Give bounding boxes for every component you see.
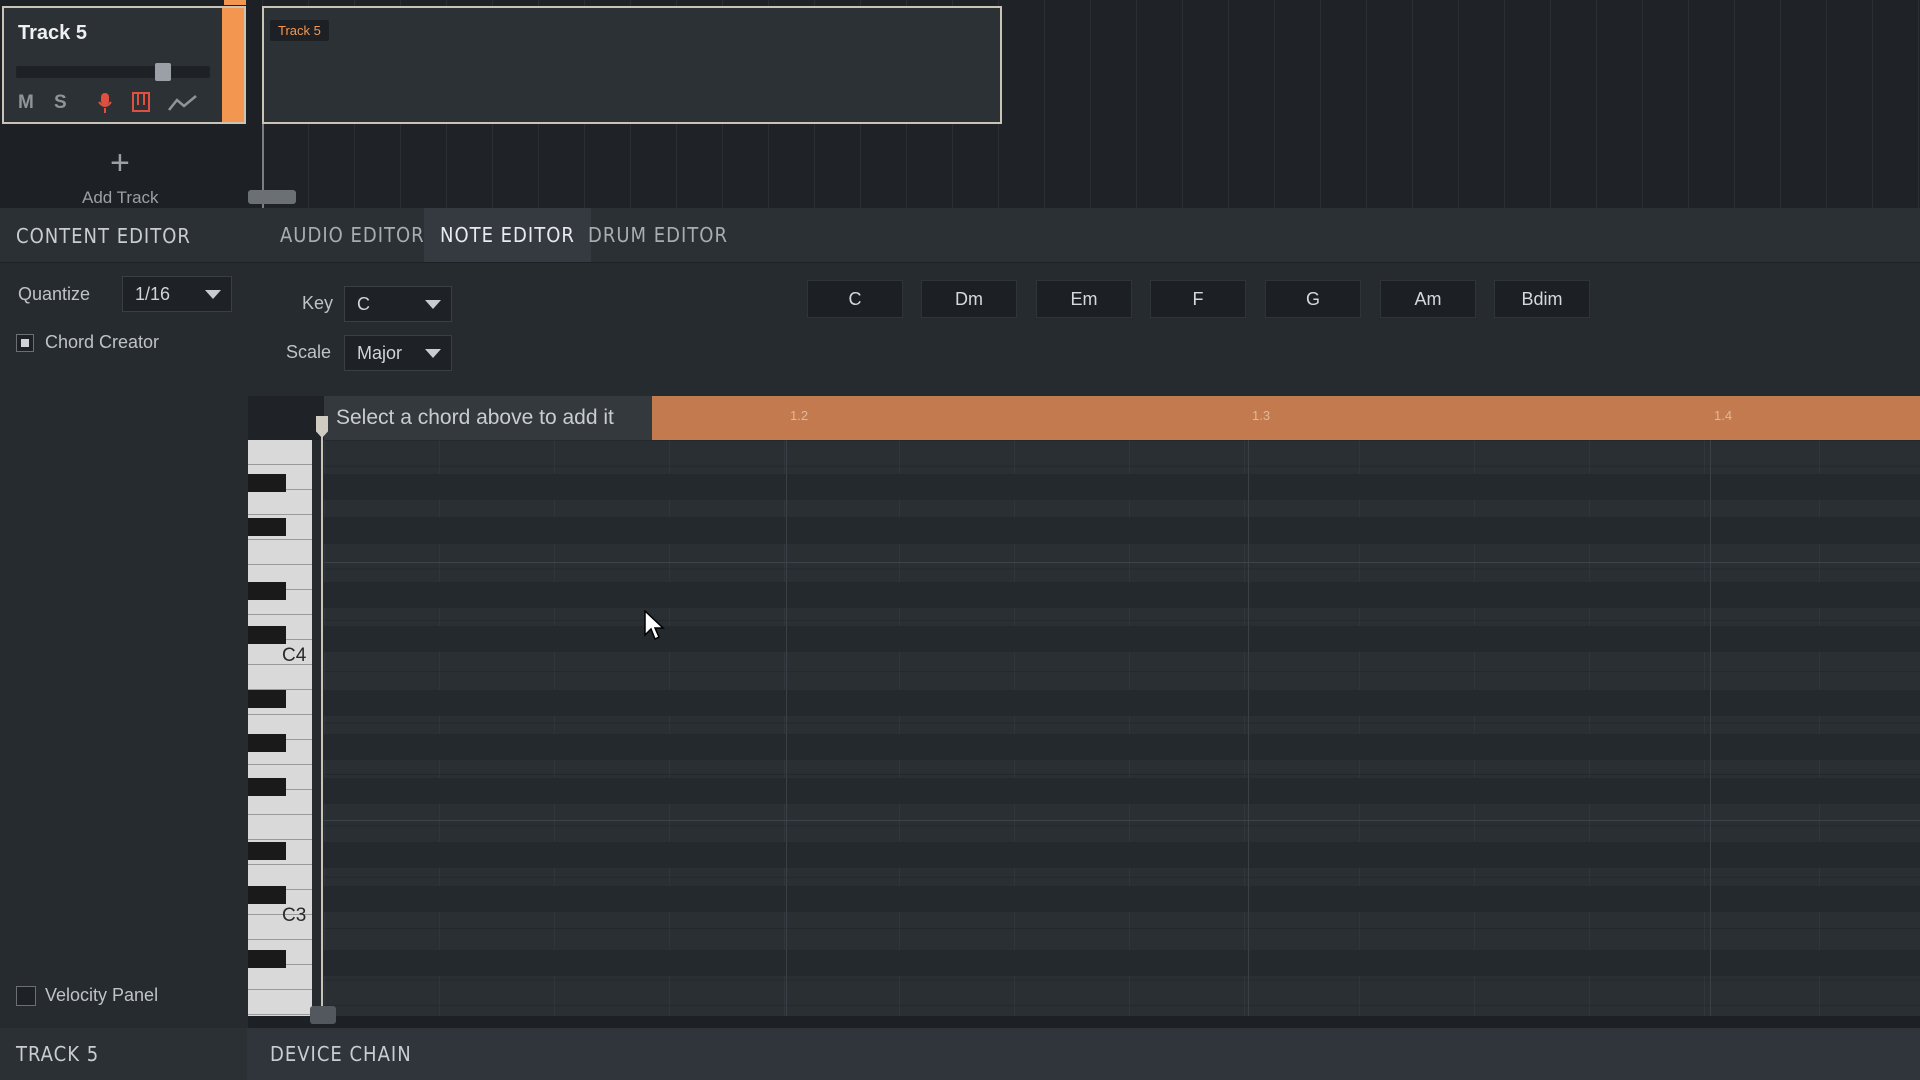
grid-row-black bbox=[324, 886, 1920, 912]
velocity-panel-label[interactable]: Velocity Panel bbox=[45, 985, 158, 1006]
chord-button-g[interactable]: G bbox=[1265, 280, 1361, 318]
scale-label: Scale bbox=[286, 342, 332, 362]
track-volume-thumb[interactable] bbox=[155, 63, 171, 81]
piano-black-key[interactable] bbox=[248, 690, 286, 708]
grid-row-black bbox=[324, 778, 1920, 804]
mute-button[interactable]: M bbox=[18, 92, 34, 114]
chord-creator-checkbox[interactable] bbox=[16, 334, 34, 352]
piano-black-key[interactable] bbox=[248, 886, 286, 904]
piano-black-key[interactable] bbox=[248, 474, 286, 492]
add-track-button[interactable]: Add Track bbox=[82, 188, 159, 208]
automation-icon[interactable] bbox=[168, 94, 198, 117]
device-chain-title[interactable]: DEVICE CHAIN bbox=[270, 1042, 412, 1066]
chevron-down-icon bbox=[425, 349, 441, 358]
quantize-label: Quantize bbox=[18, 284, 91, 304]
clip-label: Track 5 bbox=[270, 20, 329, 41]
piano-black-key[interactable] bbox=[248, 518, 286, 536]
piano-black-key[interactable] bbox=[248, 950, 286, 968]
piano-black-key[interactable] bbox=[248, 842, 286, 860]
chord-button-dm[interactable]: Dm bbox=[921, 280, 1017, 318]
chord-button-c[interactable]: C bbox=[807, 280, 903, 318]
solo-button[interactable]: S bbox=[54, 92, 67, 114]
chord-button-f[interactable]: F bbox=[1150, 280, 1246, 318]
grid-row-black bbox=[324, 518, 1920, 544]
piano-black-key[interactable] bbox=[248, 626, 286, 644]
playhead-line[interactable] bbox=[321, 420, 323, 1012]
track-color-strip bbox=[222, 8, 244, 122]
scale-select[interactable]: Major bbox=[344, 335, 452, 371]
ruler-marker: 1.3 bbox=[1252, 408, 1271, 423]
chevron-down-icon bbox=[425, 300, 441, 309]
chevron-down-icon bbox=[205, 290, 221, 299]
grid-row-black bbox=[324, 474, 1920, 500]
grid-row-black bbox=[324, 582, 1920, 608]
key-label: Key bbox=[302, 293, 334, 313]
arrangement-scroll-handle[interactable] bbox=[248, 190, 296, 204]
device-chain-header bbox=[247, 1028, 1920, 1080]
add-track-plus-icon[interactable]: + bbox=[110, 146, 130, 180]
tab-note-editor[interactable]: NOTE EDITOR bbox=[424, 208, 591, 262]
beat-line bbox=[1710, 440, 1711, 1016]
chord-button-em[interactable]: Em bbox=[1036, 280, 1132, 318]
octave-label-c4: C4 bbox=[282, 645, 307, 666]
octave-line bbox=[324, 820, 1920, 821]
grid-row-black bbox=[324, 626, 1920, 652]
scale-value: Major bbox=[357, 343, 403, 363]
grid-row-black bbox=[324, 842, 1920, 868]
octave-label-c3: C3 bbox=[282, 905, 307, 926]
track-volume-slider[interactable] bbox=[16, 66, 210, 78]
beat-line bbox=[786, 440, 787, 1016]
piano-black-key[interactable] bbox=[248, 778, 286, 796]
loop-marker[interactable] bbox=[224, 0, 246, 5]
piano-black-key[interactable] bbox=[248, 582, 286, 600]
beat-line bbox=[1248, 440, 1249, 1016]
chord-button-bdim[interactable]: Bdim bbox=[1494, 280, 1590, 318]
grid-row-black bbox=[324, 734, 1920, 760]
checkbox-checked-mark bbox=[21, 339, 29, 347]
grid-row-black bbox=[324, 690, 1920, 716]
content-editor-title: CONTENT EDITOR bbox=[16, 224, 191, 248]
piano-roll-scroll-handle[interactable] bbox=[310, 1006, 336, 1024]
tab-audio-editor[interactable]: AUDIO EDITOR bbox=[264, 208, 441, 262]
tab-drum-editor[interactable]: DRUM EDITOR bbox=[572, 208, 744, 262]
quantize-select[interactable]: 1/16 bbox=[122, 276, 232, 312]
chord-hint-text: Select a chord above to add it bbox=[336, 406, 614, 429]
piano-roll-footer bbox=[248, 1016, 1920, 1028]
ruler-marker: 1.2 bbox=[790, 408, 809, 423]
piano-black-key[interactable] bbox=[248, 734, 286, 752]
record-arm-icon[interactable] bbox=[96, 92, 114, 119]
velocity-panel-checkbox[interactable] bbox=[16, 986, 36, 1006]
mouse-cursor-icon bbox=[644, 609, 666, 647]
chord-creator-label[interactable]: Chord Creator bbox=[45, 332, 159, 353]
ruler-marker: 1.4 bbox=[1714, 408, 1733, 423]
octave-line bbox=[324, 562, 1920, 563]
track-name[interactable]: Track 5 bbox=[18, 22, 87, 45]
key-select[interactable]: C bbox=[344, 286, 452, 322]
key-value: C bbox=[357, 294, 370, 314]
midi-input-icon[interactable] bbox=[132, 92, 150, 117]
track-clip[interactable]: Track 5 bbox=[262, 6, 1002, 124]
grid-row-black bbox=[324, 950, 1920, 976]
track-section-title[interactable]: TRACK 5 bbox=[16, 1042, 99, 1066]
quantize-value: 1/16 bbox=[135, 284, 171, 304]
piano-roll-corner bbox=[248, 396, 324, 440]
chord-button-am[interactable]: Am bbox=[1380, 280, 1476, 318]
